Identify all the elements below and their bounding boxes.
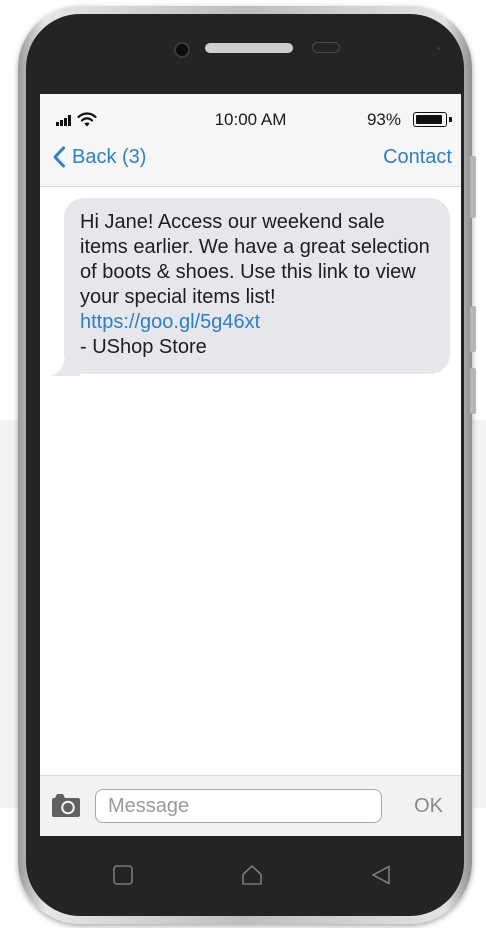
volume-down-button <box>470 368 476 414</box>
battery-fill <box>416 115 443 124</box>
power-button <box>470 156 476 218</box>
message-text: Hi Jane! Access our weekend sale items e… <box>80 211 430 308</box>
square-icon[interactable] <box>112 864 134 886</box>
earpiece-speaker <box>205 43 293 53</box>
camera-icon[interactable] <box>51 792 81 818</box>
home-icon[interactable] <box>241 864 263 886</box>
volume-up-button <box>470 306 476 352</box>
bubble-tail <box>50 354 80 376</box>
battery-percent: 93% <box>366 110 401 129</box>
battery-icon <box>413 112 452 127</box>
send-ok-button[interactable]: OK <box>414 791 443 821</box>
back-button-label: Back (3) <box>72 145 147 168</box>
battery-tip <box>449 117 452 122</box>
back-button[interactable]: Back (3) <box>52 144 146 170</box>
light-sensor <box>437 47 440 50</box>
incoming-message-bubble: Hi Jane! Access our weekend sale items e… <box>50 198 450 376</box>
front-camera-icon <box>174 42 190 58</box>
phone-screen: 10:00 AM 93% Back (3) Contact Hi Jane! A… <box>40 94 461 836</box>
message-signature: - UShop Store <box>80 336 207 358</box>
message-input[interactable] <box>95 789 382 823</box>
triangle-back-icon[interactable] <box>370 864 392 886</box>
message-link[interactable]: https://goo.gl/5g46xt <box>80 311 260 333</box>
top-bar: 10:00 AM 93% Back (3) Contact <box>40 94 461 187</box>
contact-button[interactable]: Contact <box>383 144 452 170</box>
message-input-bar: OK <box>40 775 461 836</box>
proximity-sensor <box>312 42 340 53</box>
chevron-left-icon <box>53 146 65 168</box>
